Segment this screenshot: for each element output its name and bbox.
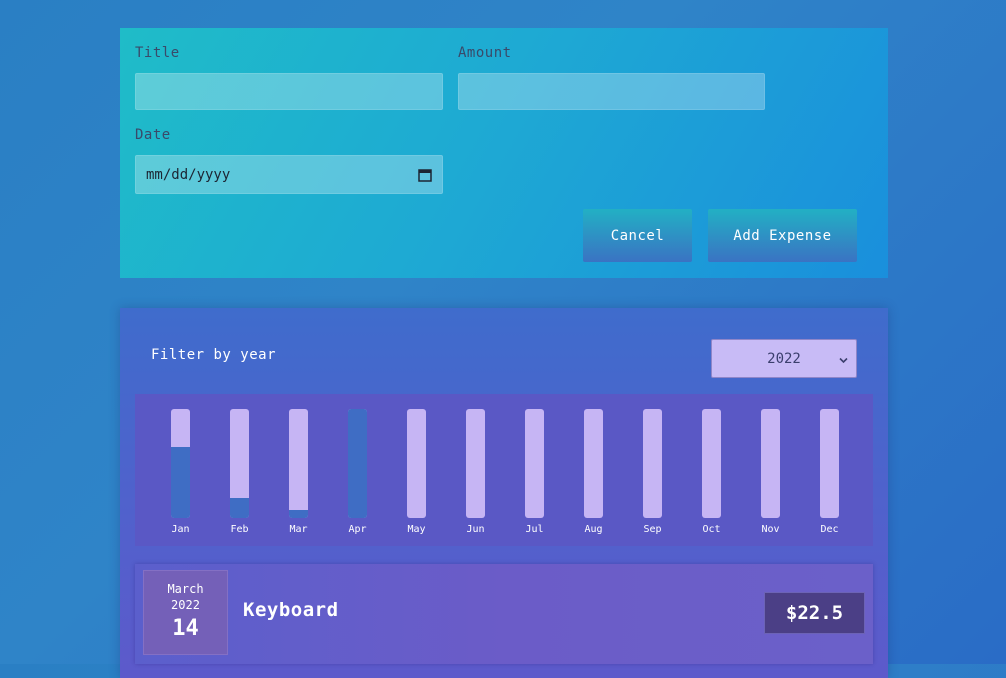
chart-bar-label: Dec — [820, 524, 839, 535]
title-input[interactable] — [135, 73, 443, 110]
chart-bar-label: Oct — [702, 524, 721, 535]
date-input[interactable]: mm/dd/yyyy — [135, 155, 443, 194]
chart-bar-label: Nov — [761, 524, 780, 535]
expense-item: March 2022 14 Keyboard $22.5 — [135, 564, 873, 664]
chart-bar-track — [525, 409, 544, 518]
chart-bar-label: Jul — [525, 524, 544, 535]
calendar-icon[interactable] — [418, 168, 432, 182]
amount-input[interactable] — [458, 73, 765, 110]
chart-bar-track — [230, 409, 249, 518]
chart-bar-fill — [289, 510, 308, 518]
chart-bar-fill — [230, 498, 249, 518]
chart-bar-track — [584, 409, 603, 518]
expense-amount: $22.5 — [764, 592, 865, 634]
expenses-chart: Jan Feb Mar Apr May Jun Jul Aug Sep Oct Nov Dec — [135, 394, 873, 546]
year-select-value: 2022 — [767, 350, 801, 367]
expense-day: 14 — [172, 616, 199, 641]
amount-label: Amount — [458, 45, 512, 61]
chart-bar-track — [761, 409, 780, 518]
chart-bar-label: Feb — [230, 524, 249, 535]
chart-bar-label: Jan — [171, 524, 190, 535]
add-expense-button[interactable]: Add Expense — [708, 209, 857, 262]
filter-label: Filter by year — [151, 347, 277, 363]
chart-bar-fill — [348, 409, 367, 518]
cancel-button[interactable]: Cancel — [583, 209, 692, 262]
chart-bar-track — [466, 409, 485, 518]
chart-bar-label: May — [407, 524, 426, 535]
date-placeholder: mm/dd/yyyy — [146, 166, 231, 183]
chart-bar-label: Apr — [348, 524, 367, 535]
expense-title: Keyboard — [243, 599, 339, 621]
expenses-panel: Filter by year 2022 Jan Feb Mar Apr May Jun Ju… — [120, 308, 888, 678]
chart-bar-label: Sep — [643, 524, 662, 535]
new-expense-form: Title Amount Date mm/dd/yyyy Cancel Add … — [120, 28, 888, 278]
chart-bar-label: Aug — [584, 524, 603, 535]
chevron-down-icon — [839, 353, 848, 364]
chart-bar-fill — [171, 447, 190, 518]
expense-year: 2022 — [171, 598, 200, 612]
expense-date: March 2022 14 — [143, 570, 228, 655]
chart-bar-track — [289, 409, 308, 518]
date-label: Date — [135, 127, 171, 143]
year-select[interactable]: 2022 — [711, 339, 857, 378]
chart-bar-track — [643, 409, 662, 518]
chart-bar-label: Jun — [466, 524, 485, 535]
title-label: Title — [135, 45, 180, 61]
chart-bar-track — [348, 409, 367, 518]
chart-bar-track — [820, 409, 839, 518]
chart-bar-label: Mar — [289, 524, 308, 535]
expense-month: March — [167, 582, 204, 596]
chart-bar-track — [171, 409, 190, 518]
chart-bar-track — [407, 409, 426, 518]
chart-bar-track — [702, 409, 721, 518]
